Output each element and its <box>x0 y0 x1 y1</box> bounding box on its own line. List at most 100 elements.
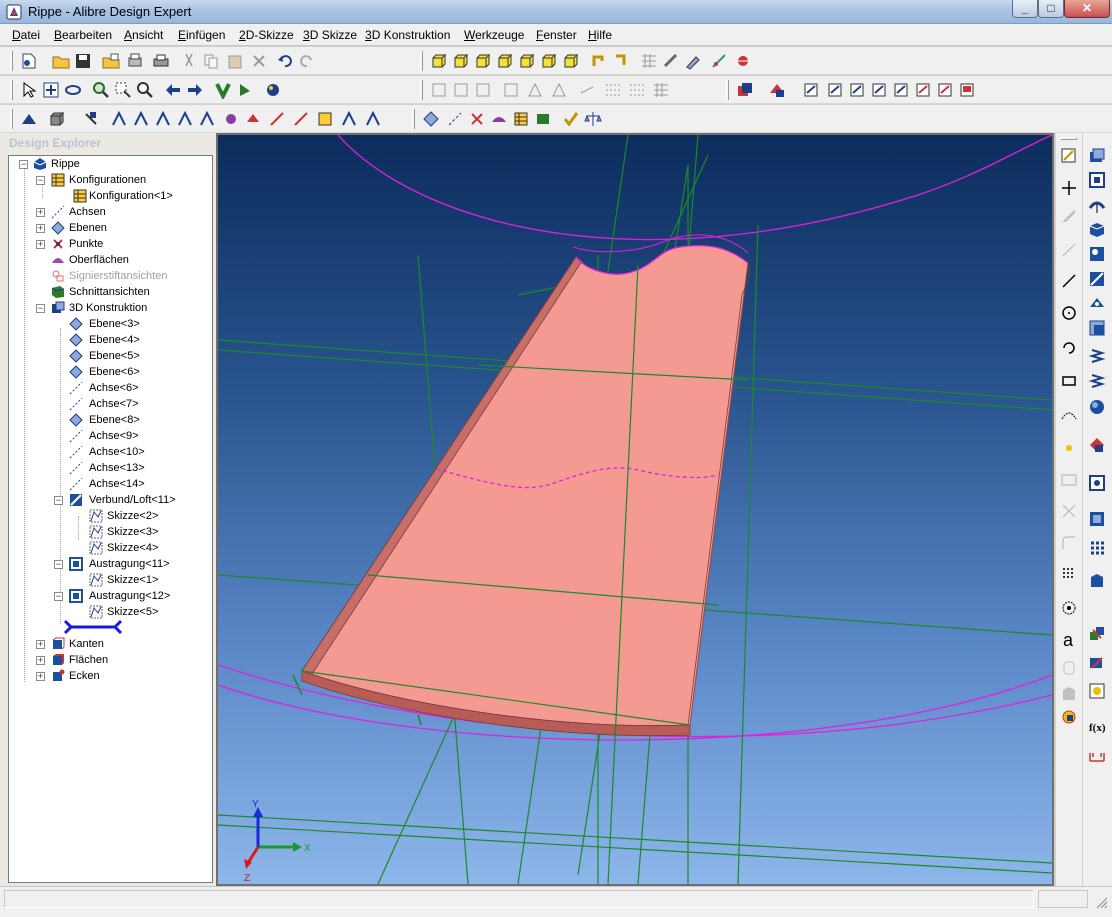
view-back-icon[interactable] <box>452 52 470 70</box>
sphere-icon[interactable] <box>264 81 282 99</box>
sketch-point-tool-icon[interactable] <box>1059 438 1079 458</box>
scale-icon[interactable] <box>1087 624 1107 644</box>
view-right-icon[interactable] <box>540 52 558 70</box>
zoom-icon[interactable] <box>92 81 110 99</box>
copy-icon[interactable] <box>202 52 220 70</box>
constraint-icon[interactable] <box>550 81 568 99</box>
sketch-pattern-icon[interactable] <box>1059 565 1079 585</box>
collapse-toggle[interactable]: − <box>36 304 45 313</box>
toolbar-grip[interactable] <box>412 109 415 129</box>
sketch-fillet-icon[interactable] <box>1059 533 1079 553</box>
constraint-icon[interactable] <box>604 81 622 99</box>
constraint-icon[interactable] <box>430 81 448 99</box>
sketch-tool-icon[interactable] <box>198 110 216 128</box>
sketch-offset-icon[interactable] <box>1059 684 1079 704</box>
drawing-icon[interactable] <box>870 81 888 99</box>
menu-bearbeiten[interactable]: Bearbeiten <box>54 28 112 42</box>
menu-ansicht[interactable]: Ansicht <box>124 28 163 42</box>
constraint-icon[interactable] <box>652 81 670 99</box>
constraint-icon[interactable] <box>578 81 596 99</box>
undo-icon[interactable] <box>276 52 294 70</box>
render-icon[interactable] <box>662 52 680 70</box>
assembly-icon[interactable] <box>768 81 786 99</box>
thread-icon[interactable] <box>1087 346 1107 366</box>
sketch-tool-icon[interactable] <box>222 110 240 128</box>
menu-2d-skizze[interactable]: 2D-Skizze <box>239 28 294 42</box>
line-icon[interactable] <box>1059 271 1079 291</box>
arc-icon[interactable] <box>1059 338 1079 358</box>
toolbar-grip[interactable] <box>420 80 423 100</box>
mirror-icon[interactable] <box>1087 509 1107 529</box>
feature-icon[interactable] <box>20 110 38 128</box>
paste-icon[interactable] <box>226 52 244 70</box>
spline-icon[interactable] <box>1059 405 1079 425</box>
expand-toggle[interactable]: + <box>36 640 45 649</box>
drawing-icon[interactable] <box>914 81 932 99</box>
open-part-icon[interactable] <box>102 52 120 70</box>
sketch-tool-icon[interactable] <box>364 110 382 128</box>
check-icon[interactable] <box>562 110 580 128</box>
collapse-toggle[interactable]: − <box>54 592 63 601</box>
sketch-tool-icon[interactable] <box>154 110 172 128</box>
constraint-icon[interactable] <box>628 81 646 99</box>
sketch-mirror-icon[interactable] <box>1059 658 1079 678</box>
loft-icon[interactable] <box>1087 269 1107 289</box>
balance-icon[interactable] <box>584 110 602 128</box>
extrude-cut-icon[interactable] <box>1087 170 1107 190</box>
display-mode-icon[interactable] <box>48 110 66 128</box>
pan-icon[interactable] <box>42 81 60 99</box>
surface-tool-icon[interactable] <box>1087 681 1107 701</box>
resize-grip-icon[interactable] <box>1094 895 1108 909</box>
expand-toggle[interactable]: + <box>36 656 45 665</box>
previous-view-icon[interactable] <box>164 81 182 99</box>
part-icon[interactable] <box>736 81 754 99</box>
revolve-icon[interactable] <box>1087 196 1107 216</box>
sketch-tool-icon[interactable] <box>268 110 286 128</box>
cut-icon[interactable] <box>180 52 198 70</box>
print-preview-icon[interactable] <box>126 52 144 70</box>
toolbar-grip[interactable] <box>1061 137 1077 140</box>
pen-icon[interactable] <box>684 52 702 70</box>
circle-icon[interactable] <box>1059 303 1079 323</box>
chamfer-icon[interactable] <box>1087 435 1107 455</box>
constraint-icon[interactable] <box>474 81 492 99</box>
expand-toggle[interactable]: + <box>36 224 45 233</box>
shell-icon[interactable] <box>1087 318 1107 338</box>
menu-einfuegen[interactable]: Einfügen <box>178 28 225 42</box>
sketch-tool-icon[interactable] <box>176 110 194 128</box>
component-icon[interactable] <box>734 52 752 70</box>
design-tree[interactable]: − Rippe − Konfigurationen Konfiguration<… <box>8 155 213 883</box>
zoom-all-icon[interactable] <box>136 81 154 99</box>
next-view-icon[interactable] <box>186 81 204 99</box>
boolean-icon[interactable] <box>1087 653 1107 673</box>
delete-icon[interactable] <box>250 52 268 70</box>
hole-icon[interactable] <box>1087 293 1107 313</box>
table-icon[interactable] <box>512 110 530 128</box>
coil-icon[interactable] <box>1087 371 1107 391</box>
part-face-top[interactable] <box>301 245 749 727</box>
menu-werkzeuge[interactable]: Werkzeuge <box>464 28 524 42</box>
function-icon[interactable]: f(x) <box>1087 717 1107 737</box>
rectangle-icon[interactable] <box>1059 371 1079 391</box>
drawing-icon[interactable] <box>936 81 954 99</box>
text-tool-icon[interactable]: a <box>1059 630 1079 650</box>
new-document-icon[interactable] <box>20 52 38 70</box>
drawing-icon[interactable] <box>848 81 866 99</box>
sketch-trim-icon[interactable] <box>1059 470 1079 490</box>
view-isometric-icon[interactable] <box>562 52 580 70</box>
sketch-activate-icon[interactable] <box>1059 146 1079 166</box>
sketch-tool-icon[interactable] <box>244 110 262 128</box>
sketch-tool-icon[interactable] <box>292 110 310 128</box>
extrude-boss-icon[interactable] <box>1087 146 1107 166</box>
open-folder-icon[interactable] <box>52 52 70 70</box>
menu-datei[interactable]: Datei <box>12 28 40 42</box>
sketch-point-icon[interactable] <box>1059 178 1079 198</box>
rollback-marker-icon[interactable] <box>63 618 123 636</box>
collapse-toggle[interactable]: − <box>54 496 63 505</box>
drawing-icon[interactable] <box>892 81 910 99</box>
toolbar-grip[interactable] <box>726 80 729 100</box>
drawing-icon[interactable] <box>802 81 820 99</box>
zoom-window-icon[interactable] <box>114 81 132 99</box>
drawing-icon[interactable] <box>958 81 976 99</box>
drawing-icon[interactable] <box>826 81 844 99</box>
